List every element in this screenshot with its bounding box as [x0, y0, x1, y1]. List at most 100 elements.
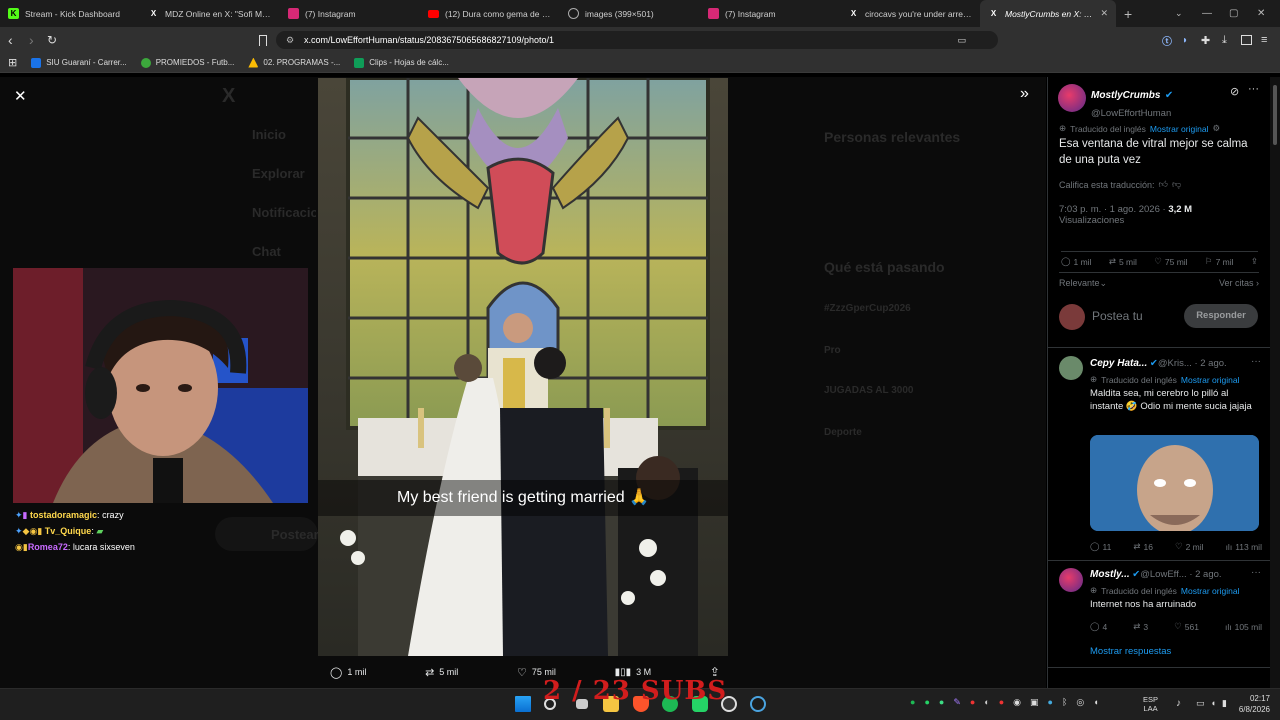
browser-tab[interactable]: Xcirocavs you're under arrest fo — [840, 0, 980, 27]
translate-icon[interactable]: ⓣ — [1162, 33, 1172, 48]
repost-button[interactable]: ⇄ 16 — [1133, 541, 1153, 552]
scrollbar-thumb[interactable] — [1273, 85, 1277, 145]
thumbs-down-icon[interactable]: 👎︎ — [1172, 179, 1181, 190]
reply-button[interactable]: ◯ 4 — [1090, 621, 1107, 632]
reload-icon[interactable]: ↻ — [47, 33, 57, 47]
panel-scrollbar[interactable] — [1270, 77, 1280, 688]
browser-tab-active[interactable]: X MostlyCrumbs en X: "Th ✕ — [980, 0, 1116, 27]
reply-author[interactable]: Cepy Hata... — [1090, 358, 1147, 369]
expand-panel-icon[interactable]: » — [1020, 85, 1029, 103]
grok-icon[interactable]: ⊘ — [1230, 85, 1239, 98]
browser-tab[interactable]: X MDZ Online en X: "Sofi Maure — [140, 0, 280, 27]
chat-username[interactable]: tostadoramagic — [30, 510, 97, 520]
windows-start-icon[interactable] — [515, 696, 531, 712]
like-button[interactable]: ♡ 75 mil — [1154, 256, 1187, 267]
close-window-icon[interactable]: ✕ — [1257, 8, 1265, 19]
bookmark-button[interactable]: ⚐ 7 mil — [1205, 256, 1234, 267]
reply-avatar[interactable] — [1059, 568, 1083, 592]
reply-handle[interactable]: @Kris... — [1158, 358, 1192, 369]
wedding-photo[interactable] — [318, 78, 728, 656]
share-button[interactable]: ⇪ — [1251, 256, 1258, 267]
bluetooth-icon[interactable]: ᛒ — [1062, 697, 1067, 708]
browser-tab[interactable]: (12) Dura como gema de dian — [420, 0, 560, 27]
reply-button[interactable]: ◯ 1 mil — [330, 666, 366, 679]
clock[interactable]: 02:17 6/8/2026 — [1230, 693, 1270, 715]
repost-button[interactable]: ⇄ 5 mil — [425, 666, 458, 679]
close-tab-icon[interactable]: ✕ — [1100, 8, 1108, 19]
tray-app-icon[interactable]: ◐ — [984, 697, 989, 708]
show-original-link[interactable]: Mostrar original — [1181, 375, 1240, 385]
minimize-icon[interactable]: — — [1202, 8, 1212, 19]
thumbs-up-icon[interactable]: 👍︎ — [1159, 179, 1168, 190]
browser-tab[interactable]: (7) Instagram — [700, 0, 840, 27]
puzzle-icon[interactable]: ✚ — [1201, 34, 1210, 47]
cast-icon[interactable]: ▭ — [957, 31, 966, 49]
tweet-time[interactable]: 7:03 p. m. · 1 ago. 2026 · — [1059, 204, 1166, 215]
tray-app-icon[interactable]: ● — [970, 697, 975, 708]
show-replies-link[interactable]: Mostrar respuestas — [1090, 646, 1171, 657]
quick-settings[interactable]: ▭ ◖ ▮ — [1196, 698, 1227, 709]
more-options-icon[interactable]: ··· — [1251, 356, 1261, 367]
spotify-tray-icon[interactable]: ● — [910, 697, 915, 708]
browser-tab[interactable]: K Stream - Kick Dashboard — [0, 0, 140, 27]
new-tab-icon[interactable]: + — [1124, 6, 1132, 22]
author-avatar[interactable] — [1058, 84, 1086, 112]
tray-app-icon[interactable]: ● — [939, 697, 944, 708]
reply-author[interactable]: Mostly... — [1090, 569, 1130, 580]
tray-app-icon[interactable]: ● — [999, 697, 1004, 708]
settings-icon[interactable]: ⚙ — [1212, 123, 1220, 134]
author-name[interactable]: MostlyCrumbs — [1091, 90, 1160, 101]
tray-app-icon[interactable]: ▣ — [1030, 697, 1039, 708]
mic-icon[interactable]: ♪ — [1176, 698, 1181, 709]
download-icon[interactable]: ⤓ — [1222, 34, 1227, 47]
reply-button[interactable]: ◯ 11 — [1090, 541, 1111, 552]
author-handle[interactable]: @LowEffortHuman — [1091, 108, 1171, 119]
app-icon[interactable] — [750, 696, 766, 712]
chat-username[interactable]: Tv_Quique — [45, 526, 92, 536]
close-viewer-icon[interactable]: ✕ — [14, 87, 27, 105]
volume-icon[interactable]: ◖ — [1093, 697, 1098, 708]
tray-app-icon[interactable]: ◎ — [1076, 697, 1084, 708]
show-original-link[interactable]: Mostrar original — [1150, 124, 1209, 134]
tray-app-icon[interactable]: ● — [1048, 697, 1053, 708]
more-options-icon[interactable]: ··· — [1248, 83, 1259, 95]
extension-icon[interactable]: ◗ — [1182, 35, 1188, 46]
reply-handle[interactable]: @LowEff... — [1140, 569, 1186, 580]
like-button[interactable]: ♡ 2 mil — [1175, 541, 1204, 552]
chat-username[interactable]: Romea72 — [28, 542, 68, 552]
views-button[interactable]: ılı 113 mil — [1226, 541, 1262, 552]
language-indicator[interactable]: ESP LAA — [1143, 695, 1158, 713]
reply-button[interactable]: ◯ 1 mil — [1061, 256, 1091, 267]
site-info-icon[interactable]: ⚙ — [286, 31, 294, 49]
bookmark-icon[interactable] — [259, 34, 267, 46]
reply-image[interactable] — [1090, 435, 1259, 531]
bookmark-item[interactable]: SIU Guaraní - Carrer... — [31, 57, 127, 68]
discord-icon[interactable]: ◉ — [1013, 697, 1021, 708]
sort-dropdown[interactable]: Relevante⌄ — [1059, 278, 1107, 289]
browser-tab[interactable]: (7) Instagram — [280, 0, 420, 27]
chevron-down-icon[interactable]: ⌄ — [1175, 8, 1183, 19]
url-input[interactable]: ⚙ x.com/LowEffortHuman/status/20836750656… — [276, 31, 998, 49]
forward-icon[interactable]: › — [29, 32, 34, 48]
sidebar-icon[interactable] — [1241, 35, 1252, 45]
repost-button[interactable]: ⇄ 5 mil — [1109, 256, 1137, 267]
bookmark-item[interactable]: Clips - Hojas de cálc... — [354, 57, 449, 68]
more-options-icon[interactable]: ··· — [1251, 567, 1261, 578]
menu-icon[interactable]: ≡ — [1261, 34, 1267, 46]
browser-tab[interactable]: images (399×501) — [560, 0, 700, 27]
show-original-link[interactable]: Mostrar original — [1181, 586, 1240, 596]
repost-button[interactable]: ⇄ 3 — [1133, 621, 1148, 632]
back-icon[interactable]: ‹ — [8, 32, 13, 48]
reply-avatar[interactable] — [1059, 356, 1083, 380]
like-button[interactable]: ♡ 561 — [1174, 621, 1199, 632]
tray-app-icon[interactable]: ✎ — [953, 697, 961, 708]
apps-grid-icon[interactable]: ⊞ — [8, 56, 17, 69]
bookmark-item[interactable]: 02. PROGRAMAS -... — [248, 57, 340, 68]
view-quotes-link[interactable]: Ver citas › — [1219, 278, 1259, 289]
reply-input[interactable]: Postea tu — [1092, 309, 1143, 323]
reply-submit-button[interactable]: Responder — [1184, 304, 1258, 328]
maximize-icon[interactable]: ▢ — [1229, 8, 1238, 19]
bookmark-item[interactable]: PROMIEDOS - Futb... — [140, 57, 234, 68]
views-button[interactable]: ılı 105 mil — [1225, 621, 1262, 632]
whatsapp-tray-icon[interactable]: ● — [924, 697, 929, 708]
